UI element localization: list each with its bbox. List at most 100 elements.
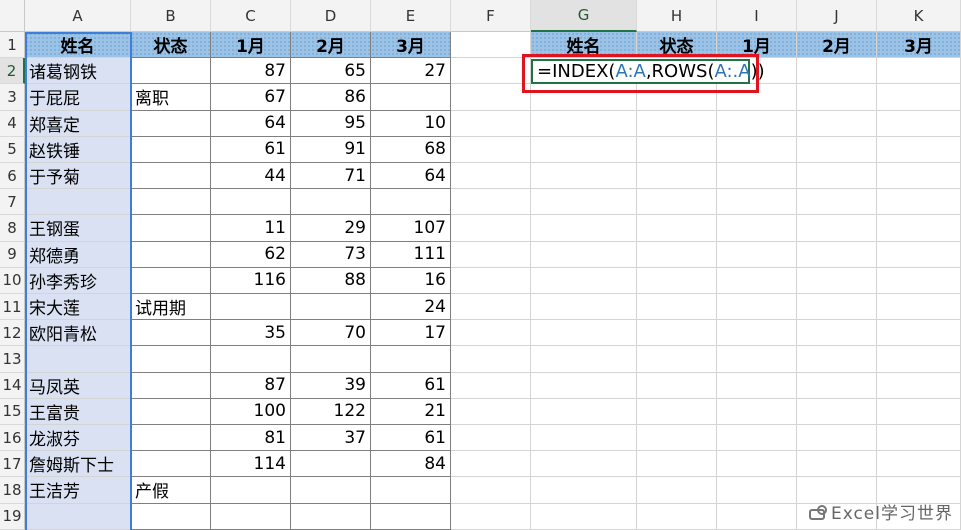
grid-cell[interactable] <box>797 425 877 452</box>
grid-cell[interactable] <box>797 451 877 478</box>
grid-cell[interactable] <box>451 163 531 190</box>
value-cell[interactable]: 17 <box>371 320 451 347</box>
output-header-cell[interactable]: 1月 <box>717 32 797 59</box>
value-cell[interactable]: 21 <box>371 398 451 425</box>
row-header-10[interactable]: 10 <box>0 267 25 294</box>
grid-cell[interactable] <box>451 294 531 321</box>
column-header-b[interactable]: B <box>131 0 211 32</box>
grid-cell[interactable] <box>451 372 531 399</box>
header-cell[interactable]: 2月 <box>291 32 371 59</box>
grid-cell[interactable] <box>531 346 637 373</box>
grid-cell[interactable] <box>531 110 637 137</box>
status-cell[interactable] <box>131 425 211 452</box>
grid-cell[interactable] <box>877 372 961 399</box>
row-header-3[interactable]: 3 <box>0 84 25 111</box>
value-cell[interactable]: 39 <box>291 372 371 399</box>
column-header-d[interactable]: D <box>291 0 371 32</box>
grid-cell[interactable] <box>797 189 877 216</box>
header-cell[interactable]: 3月 <box>371 32 451 59</box>
grid-cell[interactable] <box>797 241 877 268</box>
status-cell[interactable]: 试用期 <box>131 294 211 321</box>
status-cell[interactable] <box>131 241 211 268</box>
grid-cell[interactable] <box>637 215 717 242</box>
grid-cell[interactable] <box>797 163 877 190</box>
row-header-11[interactable]: 11 <box>0 294 25 321</box>
name-cell[interactable]: 诸葛钢铁 <box>25 58 131 85</box>
value-cell[interactable]: 67 <box>211 84 291 111</box>
grid-cell[interactable] <box>717 425 797 452</box>
grid-cell[interactable] <box>637 398 717 425</box>
value-cell[interactable] <box>211 346 291 373</box>
row-header-9[interactable]: 9 <box>0 241 25 268</box>
grid-cell[interactable] <box>637 425 717 452</box>
spreadsheet-grid[interactable]: A B C D E F G H I J K 1 2 3 4 5 6 7 8 9 10 11 12 13 14 15 16 17 18 19… <box>0 0 961 530</box>
value-cell[interactable]: 35 <box>211 320 291 347</box>
value-cell[interactable]: 84 <box>371 451 451 478</box>
grid-cell[interactable] <box>877 398 961 425</box>
status-cell[interactable] <box>131 346 211 373</box>
name-cell[interactable] <box>25 503 131 530</box>
value-cell[interactable]: 65 <box>291 58 371 85</box>
grid-cell[interactable] <box>531 294 637 321</box>
name-cell[interactable]: 郑喜定 <box>25 110 131 137</box>
grid-cell[interactable] <box>717 241 797 268</box>
value-cell[interactable]: 71 <box>291 163 371 190</box>
value-cell[interactable]: 61 <box>371 372 451 399</box>
grid-cell[interactable] <box>877 215 961 242</box>
header-cell[interactable]: 1月 <box>211 32 291 59</box>
row-header-1[interactable]: 1 <box>0 32 25 59</box>
grid-cell[interactable] <box>451 241 531 268</box>
column-header-e[interactable]: E <box>371 0 451 32</box>
status-cell[interactable] <box>131 58 211 85</box>
grid-cell[interactable] <box>877 241 961 268</box>
value-cell[interactable]: 114 <box>211 451 291 478</box>
row-header-5[interactable]: 5 <box>0 136 25 163</box>
grid-cell[interactable] <box>877 110 961 137</box>
value-cell[interactable] <box>211 477 291 504</box>
grid-cell[interactable] <box>451 346 531 373</box>
name-cell[interactable]: 王洁芳 <box>25 477 131 504</box>
row-header-15[interactable]: 15 <box>0 398 25 425</box>
value-cell[interactable]: 27 <box>371 58 451 85</box>
value-cell[interactable]: 116 <box>211 267 291 294</box>
grid-cell[interactable] <box>717 398 797 425</box>
column-header-a[interactable]: A <box>25 0 131 32</box>
grid-cell[interactable] <box>717 136 797 163</box>
status-cell[interactable] <box>131 320 211 347</box>
grid-cell[interactable] <box>637 451 717 478</box>
grid-cell[interactable] <box>877 163 961 190</box>
grid-cell[interactable] <box>637 84 717 111</box>
grid-cell[interactable] <box>797 136 877 163</box>
value-cell[interactable]: 29 <box>291 215 371 242</box>
grid-cell[interactable] <box>451 136 531 163</box>
grid-cell[interactable] <box>531 477 637 504</box>
value-cell[interactable] <box>211 294 291 321</box>
output-header-cell[interactable]: 姓名 <box>531 32 637 59</box>
grid-cell[interactable] <box>637 346 717 373</box>
value-cell[interactable]: 68 <box>371 136 451 163</box>
column-header-i[interactable]: I <box>717 0 797 32</box>
grid-cell[interactable] <box>877 425 961 452</box>
row-header-6[interactable]: 6 <box>0 163 25 190</box>
grid-cell[interactable] <box>451 32 531 59</box>
grid-cell[interactable] <box>531 503 637 530</box>
grid-cell[interactable] <box>637 372 717 399</box>
status-cell[interactable] <box>131 398 211 425</box>
value-cell[interactable]: 122 <box>291 398 371 425</box>
value-cell[interactable] <box>291 503 371 530</box>
grid-cell[interactable] <box>797 346 877 373</box>
value-cell[interactable]: 64 <box>211 110 291 137</box>
output-header-cell[interactable]: 3月 <box>877 32 961 59</box>
grid-cell[interactable] <box>797 372 877 399</box>
grid-cell[interactable] <box>637 163 717 190</box>
grid-cell[interactable] <box>797 294 877 321</box>
grid-cell[interactable] <box>797 267 877 294</box>
name-cell[interactable]: 宋大莲 <box>25 294 131 321</box>
column-header-j[interactable]: J <box>797 0 877 32</box>
grid-cell[interactable] <box>531 451 637 478</box>
grid-cell[interactable] <box>797 215 877 242</box>
column-header-g[interactable]: G <box>531 0 637 32</box>
name-cell[interactable]: 詹姆斯下士 <box>25 451 131 478</box>
value-cell[interactable] <box>291 189 371 216</box>
formula-edit-cell[interactable]: =INDEX(A:A ,ROWS(A:.A)) <box>531 59 765 85</box>
